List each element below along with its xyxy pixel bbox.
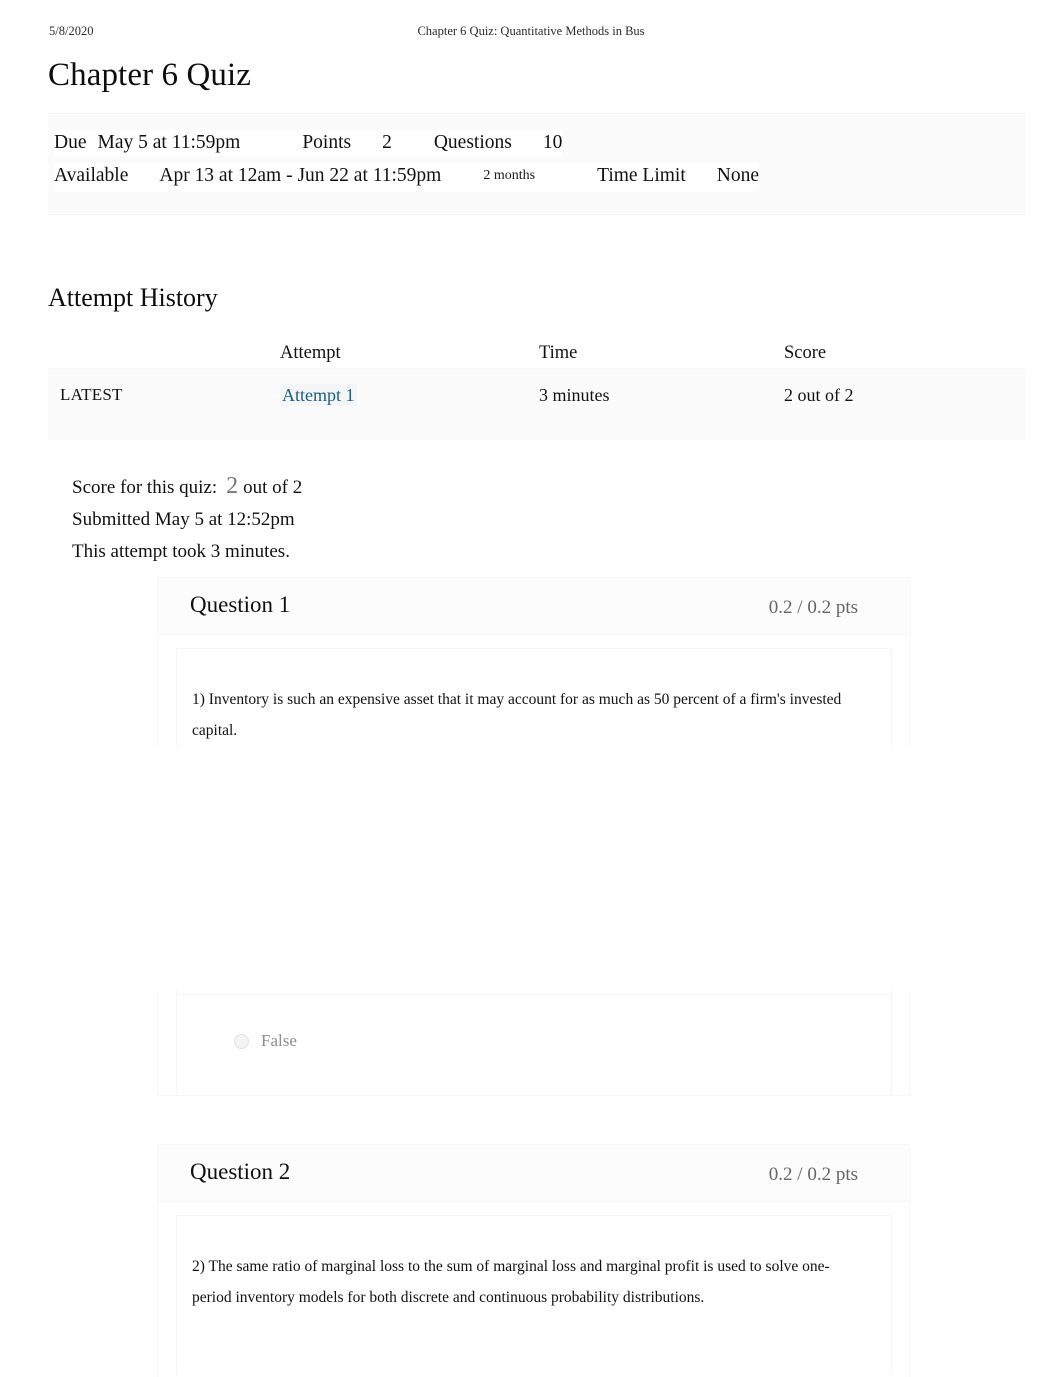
available-duration: 2 months xyxy=(483,168,536,183)
question-body-2: 2) The same ratio of marginal loss to th… xyxy=(176,1215,892,1375)
score-value: 2 xyxy=(226,473,239,499)
quiz-info-panel: Due May 5 at 11:59pm Points 2 Questions 10 Av… xyxy=(48,113,1026,215)
due-value: May 5 at 11:59pm xyxy=(97,132,241,153)
answers-list-1: False xyxy=(177,994,891,1095)
attempt-time: 3 minutes xyxy=(539,385,610,405)
question-points-1: 0.2 / 0.2 pts xyxy=(768,597,858,618)
question-text-1: 1) Inventory is such an expensive asset … xyxy=(192,691,842,739)
due-label: Due xyxy=(54,132,87,153)
score-summary: Score for this quiz: 2 out of 2 Submitted … xyxy=(72,470,302,568)
question-header-1: Question 1 0.2 / 0.2 pts xyxy=(158,578,909,635)
question-points-2: 0.2 / 0.2 pts xyxy=(768,1164,858,1185)
question-text-2: 2) The same ratio of marginal loss to th… xyxy=(192,1258,830,1306)
time-limit-value: None xyxy=(716,165,760,186)
points-label: Points xyxy=(302,132,352,153)
column-header-attempt: Attempt xyxy=(280,343,341,363)
radio-button-icon[interactable] xyxy=(234,1034,249,1049)
score-line: Score for this quiz: 2 out of 2 xyxy=(72,470,302,504)
questions-value: 10 xyxy=(542,132,563,153)
column-header-time: Time xyxy=(539,343,578,363)
print-document-title: Chapter 6 Quiz: Quantitative Methods in … xyxy=(417,24,645,38)
answer-option-false[interactable]: False xyxy=(177,994,891,1095)
attempt-kept-badge: LATEST xyxy=(60,385,123,404)
attempt-history-heading: Attempt History xyxy=(48,283,218,312)
available-label: Available xyxy=(54,165,129,186)
table-header-row: Attempt Time Score xyxy=(48,338,1026,368)
question-name-1: Question 1 xyxy=(190,592,291,617)
quiz-info-row-primary: Due May 5 at 11:59pm Points 2 Questions 10 xyxy=(54,130,563,156)
column-header-score: Score xyxy=(784,343,827,363)
question-name-2: Question 2 xyxy=(190,1159,291,1184)
question-block-2: Question 2 0.2 / 0.2 pts 2) The same rat… xyxy=(157,1144,910,1377)
questions-label: Questions xyxy=(433,132,512,153)
answer-label: False xyxy=(261,1031,297,1050)
attempt-history-table: Attempt Time Score LATEST Attempt 1 3 mi… xyxy=(48,338,1026,441)
quiz-info-row-secondary: Available Apr 13 at 12am - Jun 22 at 11:5… xyxy=(54,163,760,191)
time-limit-label: Time Limit xyxy=(597,165,686,186)
duration-line: This attempt took 3 minutes. xyxy=(72,541,290,562)
submitted-line: Submitted May 5 at 12:52pm xyxy=(72,509,295,530)
table-row: LATEST Attempt 1 3 minutes 2 out of 2 xyxy=(48,368,1026,441)
available-value: Apr 13 at 12am - Jun 22 at 11:59pm xyxy=(159,165,442,186)
attempt-link[interactable]: Attempt 1 xyxy=(280,384,357,406)
blank-print-region xyxy=(156,747,912,990)
points-value: 2 xyxy=(382,132,392,153)
score-label: Score for this quiz: xyxy=(72,477,218,498)
score-suffix: out of 2 xyxy=(243,477,303,498)
page-title: Chapter 6 Quiz xyxy=(48,57,252,93)
attempt-score: 2 out of 2 xyxy=(784,385,854,405)
question-header-2: Question 2 0.2 / 0.2 pts xyxy=(158,1145,909,1202)
print-header: 5/8/2020 Chapter 6 Quiz: Quantitative Me… xyxy=(0,24,1062,42)
